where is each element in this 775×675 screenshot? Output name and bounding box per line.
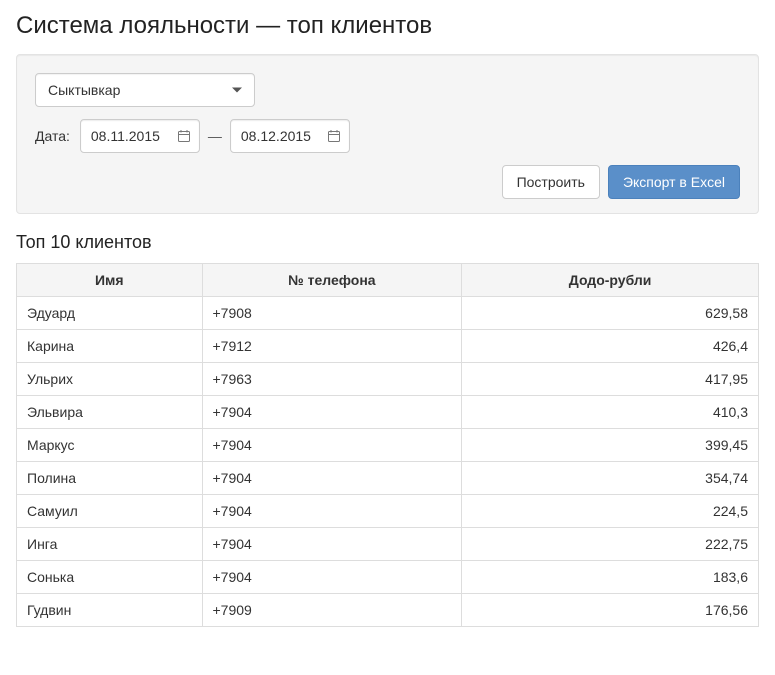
- cell-points: 399,45: [462, 429, 759, 462]
- cell-points: 224,5: [462, 495, 759, 528]
- cell-phone: +7904: [202, 528, 462, 561]
- cell-name: Самуил: [17, 495, 203, 528]
- table-row: Маркус+7904399,45: [17, 429, 759, 462]
- col-header-points: Додо-рубли: [462, 264, 759, 297]
- table-row: Полина+7904354,74: [17, 462, 759, 495]
- cell-phone: +7904: [202, 429, 462, 462]
- cell-points: 426,4: [462, 330, 759, 363]
- cell-name: Полина: [17, 462, 203, 495]
- col-header-phone: № телефона: [202, 264, 462, 297]
- clients-table: Имя № телефона Додо-рубли Эдуард+7908629…: [16, 263, 759, 627]
- table-title: Топ 10 клиентов: [16, 232, 759, 253]
- date-from-input[interactable]: 08.11.2015: [80, 119, 200, 153]
- date-to-value: 08.12.2015: [241, 128, 311, 144]
- cell-name: Инга: [17, 528, 203, 561]
- table-row: Инга+7904222,75: [17, 528, 759, 561]
- cell-points: 354,74: [462, 462, 759, 495]
- cell-name: Маркус: [17, 429, 203, 462]
- date-range-separator: —: [208, 128, 222, 144]
- cell-name: Гудвин: [17, 594, 203, 627]
- date-to-input[interactable]: 08.12.2015: [230, 119, 350, 153]
- table-row: Ульрих+7963417,95: [17, 363, 759, 396]
- cell-phone: +7904: [202, 396, 462, 429]
- date-label: Дата:: [35, 128, 70, 144]
- city-select[interactable]: Сыктывкар: [35, 73, 255, 107]
- col-header-name: Имя: [17, 264, 203, 297]
- page-title: Система лояльности — топ клиентов: [16, 12, 759, 40]
- build-button[interactable]: Построить: [502, 165, 600, 199]
- cell-points: 176,56: [462, 594, 759, 627]
- cell-phone: +7912: [202, 330, 462, 363]
- cell-points: 410,3: [462, 396, 759, 429]
- export-excel-button[interactable]: Экспорт в Excel: [608, 165, 740, 199]
- table-row: Эдуард+7908629,58: [17, 297, 759, 330]
- cell-points: 183,6: [462, 561, 759, 594]
- cell-phone: +7908: [202, 297, 462, 330]
- cell-name: Сонька: [17, 561, 203, 594]
- chevron-down-icon: [232, 88, 242, 93]
- cell-points: 222,75: [462, 528, 759, 561]
- table-row: Гудвин+7909176,56: [17, 594, 759, 627]
- table-row: Карина+7912426,4: [17, 330, 759, 363]
- cell-phone: +7963: [202, 363, 462, 396]
- cell-phone: +7904: [202, 495, 462, 528]
- cell-phone: +7904: [202, 561, 462, 594]
- calendar-icon: [177, 129, 191, 143]
- cell-name: Карина: [17, 330, 203, 363]
- cell-phone: +7904: [202, 462, 462, 495]
- cell-name: Ульрих: [17, 363, 203, 396]
- table-row: Самуил+7904224,5: [17, 495, 759, 528]
- date-from-value: 08.11.2015: [91, 128, 160, 144]
- table-row: Эльвира+7904410,3: [17, 396, 759, 429]
- table-row: Сонька+7904183,6: [17, 561, 759, 594]
- cell-phone: +7909: [202, 594, 462, 627]
- calendar-icon: [327, 129, 341, 143]
- cell-points: 417,95: [462, 363, 759, 396]
- cell-name: Эдуард: [17, 297, 203, 330]
- cell-name: Эльвира: [17, 396, 203, 429]
- cell-points: 629,58: [462, 297, 759, 330]
- filters-panel: Сыктывкар Дата: 08.11.2015 — 08.12.2015: [16, 54, 759, 214]
- city-select-value: Сыктывкар: [48, 82, 120, 98]
